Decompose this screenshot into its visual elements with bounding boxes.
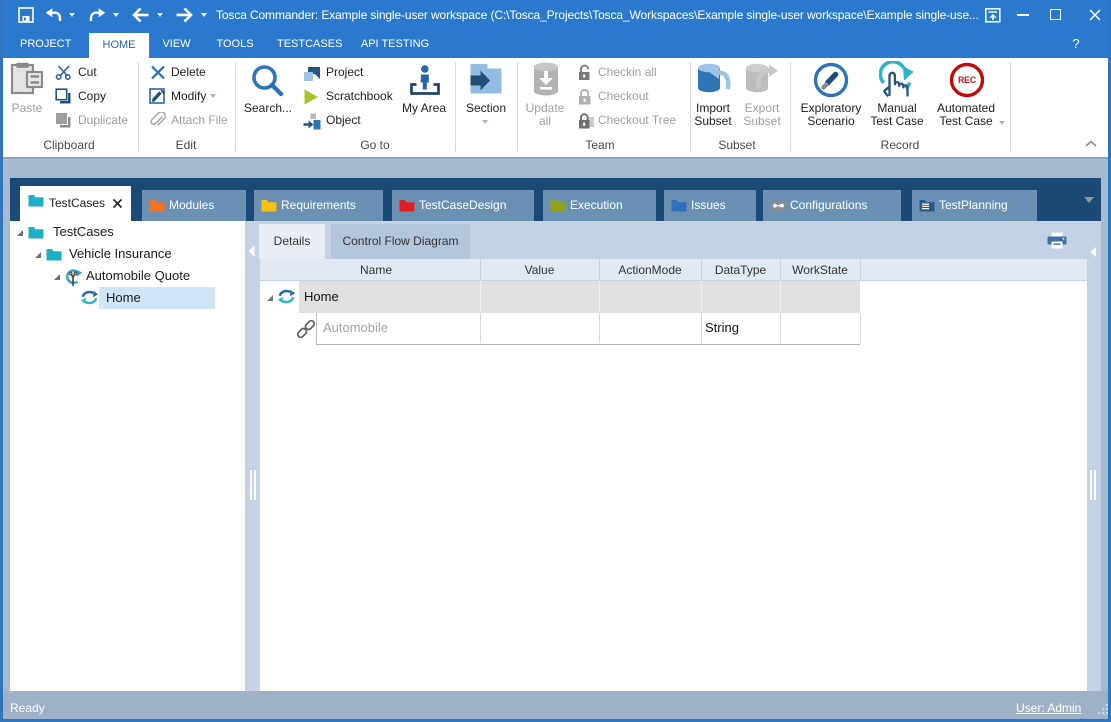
svg-text:REC: REC bbox=[958, 75, 977, 85]
